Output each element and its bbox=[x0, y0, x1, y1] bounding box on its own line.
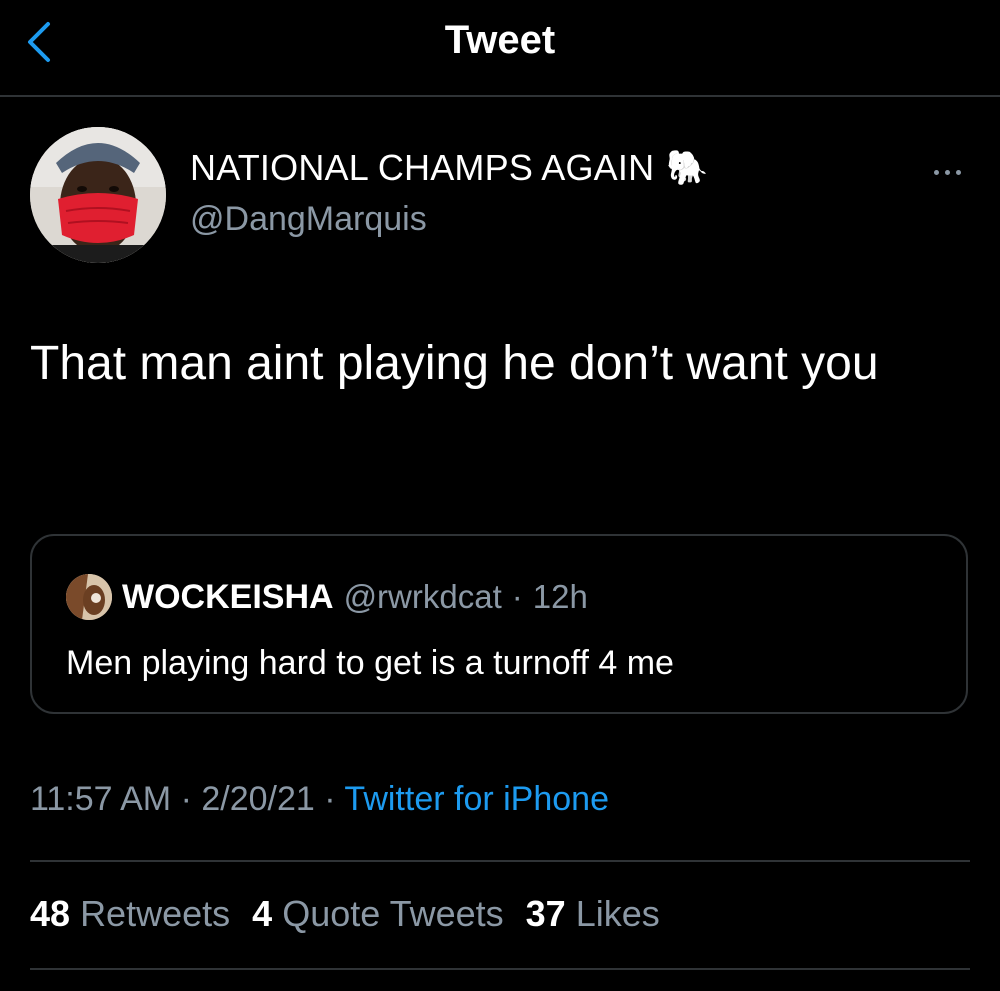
more-dot-icon bbox=[944, 169, 950, 175]
tweet-meta: 11:57 AM · 2/20/21 · Twitter for iPhone bbox=[30, 780, 609, 819]
quoted-separator: · bbox=[511, 578, 523, 615]
quote-tweets-stat[interactable]: 4 Quote Tweets bbox=[252, 893, 504, 935]
tweet-time: 11:57 AM bbox=[30, 780, 172, 818]
elephant-emoji: 🐘 bbox=[666, 149, 709, 187]
likes-stat[interactable]: 37 Likes bbox=[526, 893, 660, 935]
quoted-display-name: WOCKEISHA bbox=[122, 577, 334, 616]
more-dot-icon bbox=[955, 169, 961, 175]
tweet-source-link[interactable]: Twitter for iPhone bbox=[344, 780, 609, 818]
divider bbox=[30, 968, 970, 970]
tweet-date: 2/20/21 bbox=[201, 780, 315, 818]
more-options-button[interactable] bbox=[925, 160, 969, 184]
author-name-row[interactable]: NATIONAL CHAMPS AGAIN 🐘 bbox=[190, 147, 709, 189]
meta-separator: · bbox=[171, 780, 202, 818]
retweets-count: 48 bbox=[30, 893, 71, 934]
top-bar: Tweet bbox=[0, 0, 1000, 97]
author-display-name[interactable]: NATIONAL CHAMPS AGAIN bbox=[190, 147, 654, 189]
likes-label: Likes bbox=[575, 893, 660, 934]
tweet-text: That man aint playing he don’t want you bbox=[30, 337, 879, 390]
tweet-stats: 48 Retweets 4 Quote Tweets 37 Likes bbox=[30, 893, 660, 935]
author-handle[interactable]: @DangMarquis bbox=[190, 200, 427, 239]
quoted-avatar bbox=[66, 574, 112, 620]
quoted-time: 12h bbox=[532, 578, 588, 615]
quote-tweets-count: 4 bbox=[252, 893, 273, 934]
quoted-tweet-card[interactable]: WOCKEISHA @rwrkdcat · 12h Men playing ha… bbox=[30, 534, 968, 714]
likes-count: 37 bbox=[525, 893, 566, 934]
divider bbox=[30, 860, 970, 862]
quoted-tweet-header: WOCKEISHA @rwrkdcat · 12h bbox=[66, 574, 588, 620]
tweet-detail-screen: Tweet NATIONAL CHAMPS AGAIN 🐘 @DangMarqu… bbox=[0, 0, 1000, 991]
author-avatar[interactable] bbox=[30, 127, 166, 263]
avatar-image bbox=[30, 127, 166, 263]
more-dot-icon bbox=[933, 169, 939, 175]
quote-tweets-label: Quote Tweets bbox=[282, 893, 504, 934]
page-title: Tweet bbox=[444, 18, 556, 62]
quoted-handle: @rwrkdcat bbox=[343, 578, 502, 615]
retweets-stat[interactable]: 48 Retweets bbox=[30, 893, 230, 935]
meta-separator: · bbox=[314, 780, 345, 818]
retweets-label: Retweets bbox=[80, 893, 231, 934]
quoted-tweet-text: Men playing hard to get is a turnoff 4 m… bbox=[66, 644, 674, 682]
